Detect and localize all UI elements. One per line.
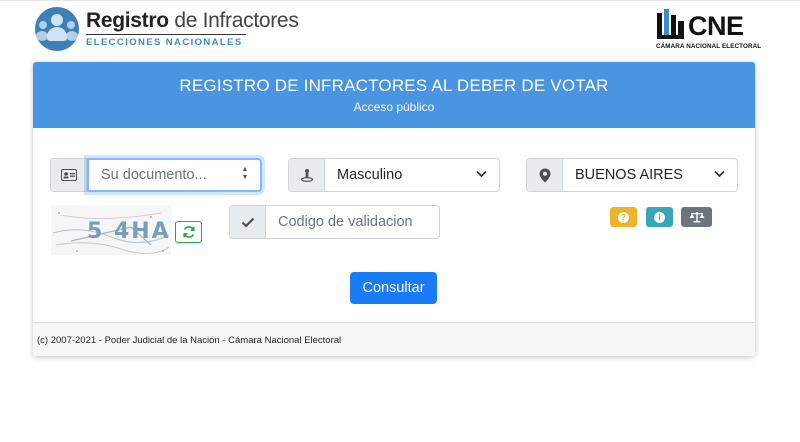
chevron-down-icon xyxy=(714,169,725,181)
people-logo-icon xyxy=(35,7,79,51)
person-pin-icon xyxy=(289,159,325,191)
card-header: REGISTRO DE INFRACTORES AL DEBER DE VOTA… xyxy=(33,62,755,128)
validation-input-group: Codigo de validacion xyxy=(229,205,440,239)
footer: (c) 2007-2021 - Poder Judicial de la Nac… xyxy=(33,322,755,356)
refresh-captcha-button[interactable] xyxy=(175,221,202,243)
provincia-select-group: BUENOS AIRES xyxy=(526,158,738,192)
chevron-down-icon xyxy=(476,169,487,181)
info-icon: i xyxy=(654,211,665,223)
card-subtitle: Acceso público xyxy=(353,100,435,114)
refresh-icon xyxy=(182,226,195,238)
registro-logo[interactable]: Registro de Infractores ELECCIONES NACIO… xyxy=(35,7,299,51)
cne-logo-subtitle: CÁMARA NACIONAL ELECTORAL xyxy=(656,43,762,50)
check-icon xyxy=(230,206,266,238)
document-input[interactable]: Su documento... xyxy=(87,158,262,192)
sexo-select-group: Masculino xyxy=(288,158,500,192)
map-marker-icon xyxy=(527,159,563,191)
id-card-icon xyxy=(51,159,87,191)
footer-copyright: (c) 2007-2021 - Poder Judicial de la Nac… xyxy=(37,335,342,346)
balance-scale-icon xyxy=(689,212,704,223)
sexo-select[interactable]: Masculino xyxy=(325,159,499,191)
question-icon: ? xyxy=(618,211,629,223)
logo-subtitle: ELECCIONES NACIONALES xyxy=(86,37,243,48)
card-title: REGISTRO DE INFRACTORES AL DEBER DE VOTA… xyxy=(179,76,609,95)
consultar-button[interactable]: Consultar xyxy=(350,272,437,304)
cne-logo[interactable]: CNE CÁMARA NACIONAL ELECTORAL xyxy=(656,7,761,53)
validation-code-input[interactable]: Codigo de validacion xyxy=(266,206,439,238)
captcha-image: 5 4HA xyxy=(51,205,171,255)
top-bar: Registro de Infractores ELECCIONES NACIO… xyxy=(0,0,800,58)
captcha-text: 5 4HA xyxy=(87,219,171,244)
cne-logo-text: CNE xyxy=(688,11,744,41)
info-button[interactable]: i xyxy=(646,207,673,227)
legal-button[interactable] xyxy=(681,207,712,227)
number-spinner-icon[interactable]: ▲ ▼ xyxy=(241,166,249,182)
cne-mark-icon xyxy=(657,9,684,39)
sexo-selected-value: Masculino xyxy=(337,167,403,183)
help-button[interactable]: ? xyxy=(610,207,637,227)
provincia-selected-value: BUENOS AIRES xyxy=(575,167,683,183)
document-input-group: Su documento... ▲ ▼ xyxy=(50,158,262,192)
logo-title: Registro de Infractores xyxy=(86,9,299,32)
provincia-select[interactable]: BUENOS AIRES xyxy=(563,159,737,191)
search-card: REGISTRO DE INFRACTORES AL DEBER DE VOTA… xyxy=(33,62,755,356)
